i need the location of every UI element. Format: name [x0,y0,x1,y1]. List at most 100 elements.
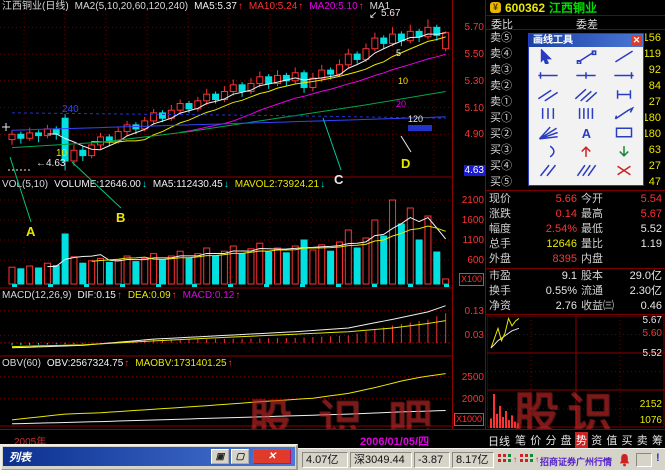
volume-bar [9,267,15,284]
tool-fan-icon[interactable] [529,123,567,142]
bottom-tab-势[interactable]: 势 [575,432,588,448]
close-button[interactable]: ✕ [253,449,291,464]
volume-bar [416,240,422,284]
obv-indicator-header: OBV(60)OBV:2567324.75↑MAOBV:1731401.25↑ [2,358,239,370]
bottom-tab-卖[interactable]: 卖 [636,432,649,448]
volume-bar [266,252,272,284]
period-tab[interactable]: 日线 [488,433,510,449]
palette-titlebar[interactable]: 画线工具 ✕ [529,34,643,47]
intraday-volume-label: 2152 [640,400,662,410]
volume-bar [345,230,351,284]
candle [381,38,387,43]
tool-hline-c-icon[interactable] [605,66,643,85]
candle [345,54,351,65]
axis-label: 0.03 [465,330,484,341]
maximize-button[interactable]: ▢ [231,449,249,464]
market-trend-icon-2: ↑ [520,454,540,466]
bottom-tab-资[interactable]: 资 [590,432,603,448]
volume-bar [133,262,139,284]
tool-par3-icon[interactable] [567,161,605,180]
candle [18,134,24,138]
chart-area[interactable]: 江西铜业(日线)MA2(5,10,20,60,120,240)MA5:5.37↑… [0,0,485,430]
candle [124,125,130,132]
volume-bar [80,263,86,284]
volume-indicator-header: VOL(5,10)VOLUME:12646.00↓MA5:112430.45↓M… [2,179,331,191]
tool-ray-icon[interactable] [605,47,643,66]
tool-text-icon[interactable]: A [567,123,605,142]
indicator-value: MAVOL2:73924.21↓ [235,179,325,190]
tool-channel2-icon[interactable] [529,85,567,104]
sz-index-field: 深3049.44 [350,452,412,468]
axis-label: 1600 [462,215,484,226]
restore-button[interactable]: ▣ [211,449,229,464]
indicator-value: DEA:0.09↑ [128,290,177,301]
stock-logo-icon: ¥ [490,2,501,13]
palette-close-button[interactable]: ✕ [631,35,642,46]
tool-arrow-up-icon[interactable] [567,142,605,161]
volume-bar [301,240,307,284]
tool-cursor-icon[interactable] [529,47,567,66]
tool-hbar-icon[interactable] [605,85,643,104]
tool-vlines4-icon[interactable] [567,104,605,123]
tool-rect-icon[interactable] [605,123,643,142]
intraday-mini-chart[interactable] [487,316,665,428]
volume-bar [319,245,325,284]
alert-exclamation: ! [656,452,660,464]
indicator-value: MA10:5.24↑ [249,1,303,12]
axis-label: 5.70 [465,22,484,33]
popup-window[interactable]: 列表 ▣ ▢ ✕ [0,444,298,470]
level-label: 卖① [490,94,530,110]
indicator-value: MACD:0.12↑ [183,290,241,301]
alarm-bell-icon[interactable] [618,453,631,470]
tool-vlines3-icon[interactable] [529,104,567,123]
drawing-tools-palette[interactable]: 画线工具 ✕ A [528,33,644,186]
bottom-tab-筹[interactable]: 筹 [651,432,664,448]
candle [186,104,192,109]
bottom-tab-row: 笔价分盘势资值买卖筹 [514,432,664,448]
level-label: 买③ [490,142,530,158]
app-window: 江西铜业(日线)MA2(5,10,20,60,120,240)MA5:5.37↑… [0,0,665,470]
svg-text:A: A [582,126,591,140]
candle [204,94,210,101]
stock-name: 江西铜业 [549,0,597,16]
axis-label: 5.50 [465,49,484,60]
indicator-value: DIF:0.15↑ [77,290,121,301]
volume-bar [71,257,77,284]
tool-channel3-icon[interactable] [567,85,605,104]
status-indicator-box [636,453,652,467]
level-label: 卖⑤ [490,30,530,46]
axis-label: 5.10 [465,103,484,114]
bottom-tab-值[interactable]: 值 [605,432,618,448]
indicator-value: VOLUME:12646.00↓ [54,179,147,190]
tool-delete-icon[interactable] [605,161,643,180]
info-row: 外盘8395内盘 [486,252,665,267]
intraday-price-label: 5.67 [643,316,662,326]
volume-bar [213,256,219,284]
info-row: 市盈9.1股本29.0亿 [486,269,665,284]
bottom-tab-盘[interactable]: 盘 [560,432,573,448]
tool-par2-icon[interactable] [529,161,567,180]
bottom-tab-分[interactable]: 分 [544,432,557,448]
candle [257,77,263,84]
taskbar: 列表 ▣ ▢ ✕ 4.07亿 深3049.44 -3.87 8.17亿 ↑ ↑ … [0,448,665,470]
intraday-volume-label: 1076 [640,416,662,426]
candle [292,73,298,81]
bottom-tab-买[interactable]: 买 [621,432,634,448]
volume-bar [239,254,245,284]
tool-pencil-icon[interactable] [605,104,643,123]
tool-hline-b-icon[interactable] [567,66,605,85]
intraday-price-label: 5.60 [643,329,662,339]
tool-hline-a-icon[interactable] [529,66,567,85]
bottom-tab-笔[interactable]: 笔 [514,432,527,448]
candle [44,129,50,136]
stock-code: 600362 [505,1,545,15]
tool-arrow-down-icon[interactable] [605,142,643,161]
volume-bar [159,260,165,284]
volume-bar [89,261,95,284]
tool-segment-icon[interactable] [567,47,605,66]
macd-indicator-header: MACD(12,26,9)DIF:0.15↑DEA:0.09↑MACD:0.12… [2,290,246,302]
popup-titlebar[interactable]: 列表 ▣ ▢ ✕ [3,447,295,466]
bottom-tab-价[interactable]: 价 [529,432,542,448]
tool-arc-icon[interactable] [529,142,567,161]
axis-label: 1100 [462,235,484,246]
